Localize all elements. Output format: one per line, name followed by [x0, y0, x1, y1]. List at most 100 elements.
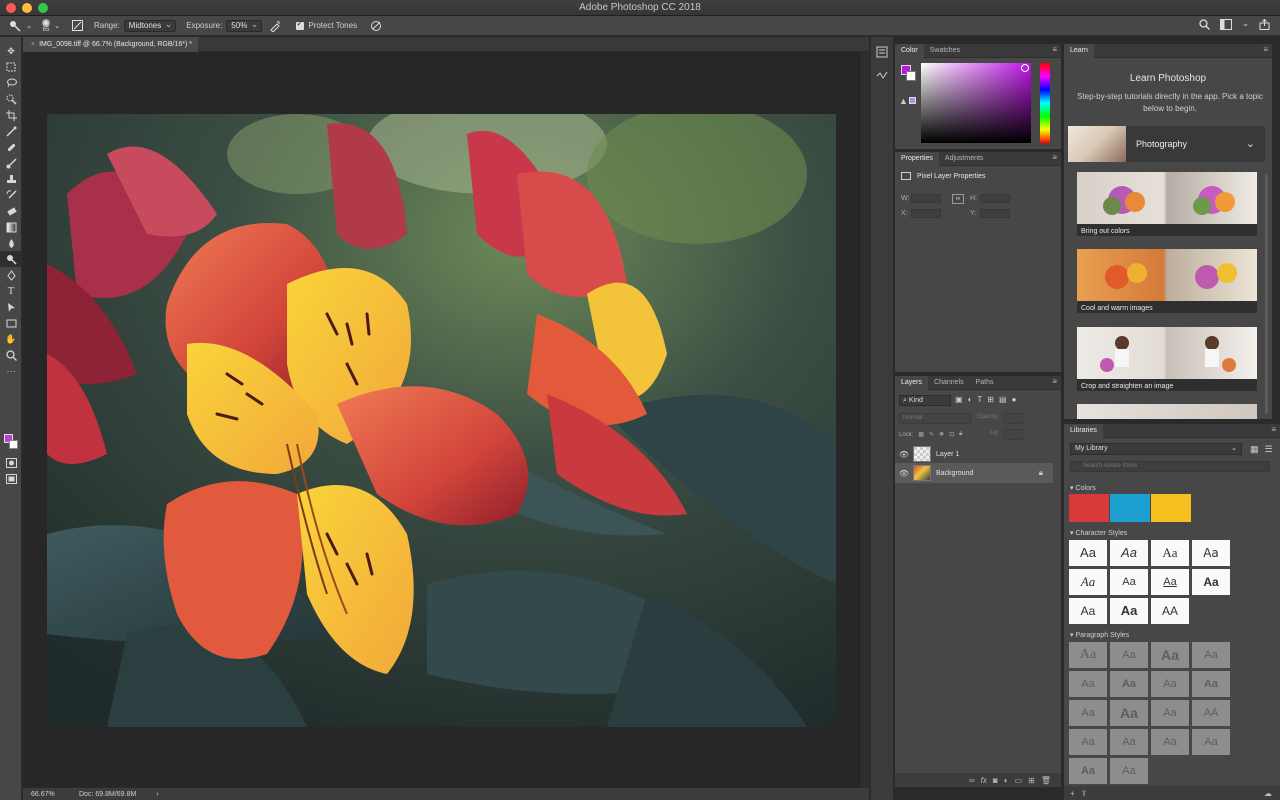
dodge-tool-preset-icon[interactable]	[8, 19, 22, 33]
link-icon[interactable]: ∞	[952, 194, 964, 204]
screen-mode-icon[interactable]	[0, 471, 22, 487]
character-style-tile[interactable]: Aa	[1192, 569, 1230, 595]
web-safe-color-icon[interactable]	[909, 97, 916, 104]
filter-pixel-icon[interactable]: ▣	[955, 395, 963, 404]
exposure-input[interactable]: 50%	[226, 19, 263, 32]
blur-tool-icon[interactable]	[0, 235, 22, 251]
list-view-icon[interactable]: ☰	[1265, 444, 1273, 455]
lock-all-icon[interactable]: 🔒︎	[959, 431, 962, 438]
paragraph-style-tile[interactable]: Aa	[1069, 671, 1107, 697]
path-select-tool-icon[interactable]	[0, 299, 22, 315]
tutorial-card[interactable]: Cool and warm images	[1077, 249, 1257, 313]
layer-filter-select[interactable]: ⌕ Kind	[899, 395, 951, 406]
stock-search-input[interactable]: Search Adobe Stock	[1070, 461, 1270, 472]
character-style-tile[interactable]: Aa	[1069, 540, 1107, 566]
paragraph-style-tile[interactable]: Aa	[1069, 729, 1107, 755]
paragraph-style-tile[interactable]: Aa	[1110, 758, 1148, 784]
lock-artboard-icon[interactable]: ⊡	[949, 431, 954, 438]
chevron-down-icon[interactable]: ⌄	[50, 19, 64, 33]
tab-layers[interactable]: Layers	[895, 375, 929, 390]
filter-toggle-icon[interactable]: ●	[1012, 395, 1017, 404]
filter-shape-icon[interactable]: ⊞	[987, 395, 994, 404]
character-style-tile[interactable]: Aa	[1069, 569, 1107, 595]
library-color-swatch[interactable]	[1069, 494, 1109, 522]
paragraph-style-tile[interactable]: Aa	[1110, 729, 1148, 755]
lock-icon[interactable]: 🔒︎	[1039, 468, 1043, 478]
panel-menu-icon[interactable]: ≡	[1271, 425, 1276, 434]
layer-style-icon[interactable]: fx	[981, 776, 987, 785]
character-style-tile[interactable]: Aa	[1151, 540, 1189, 566]
lasso-tool-icon[interactable]	[0, 75, 22, 91]
quick-mask-icon[interactable]	[0, 455, 22, 471]
filter-smart-object-icon[interactable]: ▤	[999, 395, 1007, 404]
x-field[interactable]	[911, 209, 941, 218]
link-layers-icon[interactable]: ∞	[969, 776, 975, 785]
character-style-tile[interactable]: Aa	[1069, 598, 1107, 624]
pen-tool-icon[interactable]	[0, 267, 22, 283]
paragraph-style-tile[interactable]: Aa	[1110, 700, 1148, 726]
filter-type-icon[interactable]: T	[977, 395, 982, 404]
chevron-down-icon[interactable]: ⌄	[22, 19, 36, 33]
share-icon[interactable]	[1259, 18, 1270, 32]
panel-menu-icon[interactable]: ≡	[1052, 45, 1057, 54]
range-select[interactable]: Midtones	[123, 19, 177, 32]
pressure-icon[interactable]	[369, 19, 383, 33]
paragraph-style-tile[interactable]: Aa	[1192, 671, 1230, 697]
paragraph-style-tile[interactable]: Aa	[1069, 700, 1107, 726]
healing-tool-icon[interactable]	[0, 139, 22, 155]
layer-row[interactable]: 👁︎ Background 🔒︎	[895, 463, 1053, 483]
quick-select-tool-icon[interactable]	[0, 91, 22, 107]
height-field[interactable]	[980, 194, 1010, 203]
character-style-tile[interactable]: Aa	[1110, 598, 1148, 624]
marquee-tool-icon[interactable]	[0, 59, 22, 75]
chevron-down-icon[interactable]: ⌄	[1242, 19, 1249, 32]
type-tool-icon[interactable]: T	[0, 283, 22, 299]
tutorial-card[interactable]	[1077, 404, 1257, 419]
document-tab[interactable]: × IMG_0098.tiff @ 66.7% (Background, RGB/…	[23, 37, 198, 52]
hue-slider[interactable]	[1040, 63, 1050, 143]
topic-select[interactable]: Photography ⌄	[1068, 126, 1265, 162]
close-tab-icon[interactable]: ×	[31, 41, 35, 48]
character-styles-section-label[interactable]: ▾ Character Styles	[1070, 529, 1127, 537]
tutorial-card[interactable]: Crop and straighten an image	[1077, 327, 1257, 391]
y-field[interactable]	[980, 209, 1010, 218]
grid-view-icon[interactable]: ▦	[1250, 444, 1259, 455]
paragraph-style-tile[interactable]: Aa	[1151, 729, 1189, 755]
paragraph-style-tile[interactable]: Aa	[1151, 700, 1189, 726]
tab-properties[interactable]: Properties	[895, 151, 939, 166]
paragraph-style-tile[interactable]: Aa	[1110, 671, 1148, 697]
adjustment-layer-icon[interactable]: ◐	[1004, 776, 1009, 785]
width-field[interactable]	[911, 194, 941, 203]
colors-section-label[interactable]: ▾ Colors	[1070, 484, 1096, 492]
lock-transparent-icon[interactable]: ▦	[918, 431, 924, 438]
add-content-icon[interactable]: +	[1070, 789, 1075, 798]
character-style-tile[interactable]: Aa	[1110, 569, 1148, 595]
panel-menu-icon[interactable]: ≡	[1263, 45, 1268, 54]
paragraph-style-tile[interactable]: Aa	[1069, 758, 1107, 784]
character-style-tile[interactable]: Aa	[1192, 540, 1230, 566]
crop-tool-icon[interactable]	[0, 107, 22, 123]
paragraph-style-tile[interactable]: Aa	[1069, 642, 1107, 668]
shape-tool-icon[interactable]	[0, 315, 22, 331]
brush-tool-icon[interactable]	[0, 155, 22, 171]
paragraph-style-tile[interactable]: AA	[1192, 700, 1230, 726]
gamut-warning-icon[interactable]: ▲	[899, 96, 908, 106]
eraser-tool-icon[interactable]	[0, 203, 22, 219]
panel-menu-icon[interactable]: ≡	[1052, 377, 1057, 386]
move-tool-icon[interactable]: ✥	[0, 43, 22, 59]
color-picker-handle[interactable]	[1021, 64, 1029, 72]
character-style-tile[interactable]: AA	[1151, 598, 1189, 624]
eyedropper-tool-icon[interactable]	[0, 123, 22, 139]
eye-icon[interactable]: 👁︎	[895, 450, 913, 459]
blend-mode-select[interactable]: Normal	[899, 413, 971, 424]
paragraph-style-tile[interactable]: Aa	[1110, 642, 1148, 668]
dodge-tool-icon[interactable]	[0, 251, 22, 267]
background-color-swatch[interactable]	[9, 440, 18, 449]
fill-field[interactable]	[1003, 429, 1023, 440]
brush-settings-icon[interactable]	[70, 19, 84, 33]
color-picker-field[interactable]	[921, 63, 1031, 143]
tab-channels[interactable]: Channels	[928, 376, 970, 390]
paragraph-style-tile[interactable]: Aa	[1192, 642, 1230, 668]
layer-row[interactable]: 👁︎ Layer 1	[895, 444, 1053, 464]
gradient-tool-icon[interactable]	[0, 219, 22, 235]
